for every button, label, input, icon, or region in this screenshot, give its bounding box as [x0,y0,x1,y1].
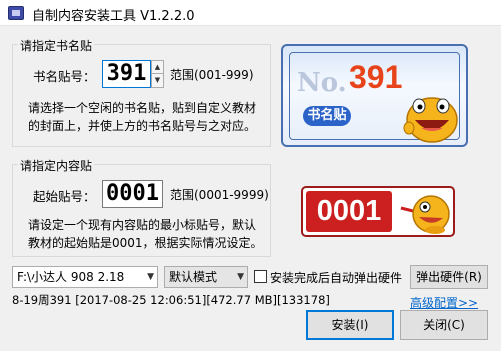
eject-button[interactable]: 弹出硬件(R) [410,265,488,289]
status-text: 8-19周391 [2017-08-25 12:06:51][472.77 MB… [12,293,330,307]
app-icon [8,6,24,20]
book-number-label: 书名贴号： [33,69,96,84]
chevron-down-icon[interactable]: ▼ [147,267,154,287]
title-bar: 自制内容安装工具 V1.2.2.0 [0,0,501,26]
chevron-down-icon[interactable]: ▼ [237,267,244,287]
start-sticker-number: 0001 [306,191,392,232]
spin-down-icon[interactable]: ▼ [152,74,163,87]
mascot-icon [403,97,458,143]
mode-select[interactable]: 默认模式 ▼ [164,266,248,288]
close-button[interactable]: 关闭(C) [400,310,488,340]
auto-eject-label[interactable]: 安装完成后自动弹出硬件 [270,269,402,286]
book-sticker-preview: No. 391 书名贴 [281,44,468,147]
advanced-config-link[interactable]: 高级配置>> [410,294,478,311]
book-number-spinner[interactable]: ▲ ▼ [151,60,164,88]
book-sticker-number: 391 [349,59,403,95]
content-description: 请设定一个现有内容贴的最小标贴号，默认 教材的起始贴是0001，根据实际情况设定… [28,218,263,250]
book-range-label: 范围(001-999) [170,68,254,82]
book-sticker-tag: 书名贴 [303,106,351,126]
spin-up-icon[interactable]: ▲ [152,61,163,74]
start-sticker-preview: 0001 [301,186,455,237]
book-description: 请选择一个空闲的书名贴，贴到自定义教材 的封面上，并使上方的书名贴号与之对应。 [28,101,257,133]
auto-eject-checkbox[interactable] [254,270,267,283]
drive-select[interactable]: F:\小达人 908 2.18 ▼ [12,266,158,288]
no-label: No. [297,68,347,98]
start-number-label: 起始贴号： [33,189,96,204]
start-mascot-icon [400,195,450,234]
start-range-label: 范围(0001-9999) [170,188,269,202]
window-title: 自制内容安装工具 V1.2.2.0 [32,9,195,24]
book-number-input[interactable]: 391 [102,60,151,88]
book-group-label: 请指定书名贴 [18,37,95,54]
start-number-input[interactable]: 0001 [102,180,163,208]
content-group-label: 请指定内容贴 [18,157,95,174]
install-button[interactable]: 安装(I) [306,310,394,340]
